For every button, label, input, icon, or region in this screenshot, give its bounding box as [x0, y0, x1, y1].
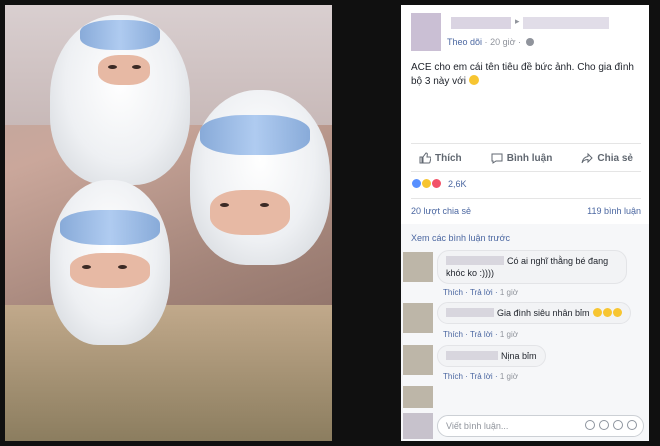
like-button[interactable]: Thích	[411, 152, 470, 164]
laughing-emoji-icon	[593, 308, 603, 317]
post-body: ACE cho em cái tên tiêu đề bức ảnh. Cho …	[411, 62, 634, 87]
arrow-right-icon: ▸	[515, 16, 520, 26]
comment-time[interactable]: 1 giờ	[500, 288, 518, 297]
reaction-summary[interactable]: 2,6K	[411, 178, 467, 189]
comment-actions: Thích · Trả lời · 1 giờ	[443, 288, 518, 297]
like-label: Thích	[435, 152, 462, 164]
comment-icon	[491, 153, 503, 164]
comment-text: Gia đình siêu nhân bỉm	[497, 308, 590, 318]
laughing-emoji-icon	[603, 308, 613, 317]
comment-count[interactable]: 119 bình luận	[587, 206, 641, 216]
commenter-name-redacted[interactable]	[446, 256, 504, 265]
view-previous-comments[interactable]: Xem các bình luận trước	[411, 233, 510, 243]
comment-label: Bình luận	[506, 152, 553, 164]
comment-time[interactable]: 1 giờ	[500, 330, 518, 339]
mother-face	[210, 190, 290, 235]
commenter-avatar[interactable]	[403, 386, 433, 408]
current-user-avatar	[403, 413, 433, 439]
emoji-icon[interactable]	[585, 420, 595, 430]
divider	[411, 198, 641, 199]
share-arrow-icon	[581, 152, 594, 164]
commenter-name-redacted[interactable]	[446, 308, 494, 317]
commenter-name-redacted[interactable]	[446, 351, 498, 360]
commenter-avatar[interactable]	[403, 345, 433, 375]
post-text: ACE cho em cái tên tiêu đề bức ảnh. Cho …	[411, 61, 641, 89]
commenter-avatar[interactable]	[403, 252, 433, 282]
diaper-band	[60, 210, 160, 245]
eye	[82, 265, 91, 269]
comment-reply-link[interactable]: Trả lời	[470, 288, 493, 297]
comment-reply-link[interactable]: Trả lời	[470, 372, 493, 381]
comment-bubble: Có ai nghĩ thằng bé đang khóc ko :))))	[437, 250, 627, 284]
photo-blanket	[5, 305, 332, 441]
comment-time[interactable]: 1 giờ	[500, 372, 518, 381]
divider	[411, 171, 641, 172]
group-name-redacted[interactable]	[523, 17, 609, 29]
child-face	[70, 253, 150, 288]
author-name-redacted[interactable]	[451, 17, 511, 29]
reaction-count: 2,6K	[448, 178, 467, 189]
comment-input-tools	[585, 420, 637, 430]
divider	[411, 143, 641, 144]
post-header: ▸ Theo dõi · 20 giờ ·	[411, 13, 641, 51]
commenter-avatar[interactable]	[403, 303, 433, 333]
share-button[interactable]: Chia sẻ	[573, 152, 641, 164]
comment-bubble: Nịna bỉm	[437, 345, 546, 367]
follow-link[interactable]: Theo dõi	[447, 37, 482, 47]
thumbs-up-icon	[419, 152, 431, 164]
comment-button[interactable]: Bình luận	[483, 152, 561, 164]
comment-like-link[interactable]: Thích	[443, 288, 463, 297]
eye	[220, 203, 229, 207]
comment-actions: Thích · Trả lời · 1 giờ	[443, 372, 518, 381]
eye	[118, 265, 127, 269]
comment-actions: Thích · Trả lời · 1 giờ	[443, 330, 518, 339]
post-time[interactable]: 20 giờ	[490, 37, 515, 47]
post-meta: Theo dõi · 20 giờ ·	[447, 37, 534, 47]
meta-dot: ·	[484, 37, 488, 47]
laughing-emoji-icon	[613, 308, 623, 317]
love-reaction-icon	[431, 178, 442, 189]
comment-text: Nịna bỉm	[501, 351, 537, 361]
author-avatar[interactable]	[411, 13, 441, 51]
eye	[260, 203, 269, 207]
gif-icon[interactable]	[613, 420, 623, 430]
comment-input-placeholder: Viết bình luận...	[446, 421, 509, 431]
comment-bubble: Gia đình siêu nhân bỉm	[437, 302, 632, 324]
comment-input[interactable]: Viết bình luận...	[437, 415, 644, 437]
diaper-band	[200, 115, 310, 155]
adult-face	[98, 55, 150, 85]
comment-like-link[interactable]: Thích	[443, 372, 463, 381]
camera-icon[interactable]	[599, 420, 609, 430]
share-count[interactable]: 20 lượt chia sẻ	[411, 206, 471, 216]
engagement-counts: 20 lượt chia sẻ 119 bình luận	[411, 206, 641, 216]
globe-icon	[525, 38, 534, 46]
post-photo[interactable]	[5, 5, 332, 441]
post-sidebar: ▸ Theo dõi · 20 giờ · ACE cho em cái tên…	[401, 5, 649, 441]
sticker-icon[interactable]	[627, 420, 637, 430]
comment-like-link[interactable]: Thích	[443, 330, 463, 339]
share-label: Chia sẻ	[597, 152, 633, 164]
photo-viewer: ▸ Theo dõi · 20 giờ · ACE cho em cái tên…	[0, 0, 660, 446]
post-actions: Thích Bình luận Chia sẻ	[411, 146, 641, 170]
comment-reply-link[interactable]: Trả lời	[470, 330, 493, 339]
diaper-band	[80, 20, 160, 50]
meta-separator: ·	[518, 37, 521, 47]
eye	[132, 65, 141, 69]
eye	[108, 65, 117, 69]
laughing-emoji-icon	[468, 75, 479, 85]
